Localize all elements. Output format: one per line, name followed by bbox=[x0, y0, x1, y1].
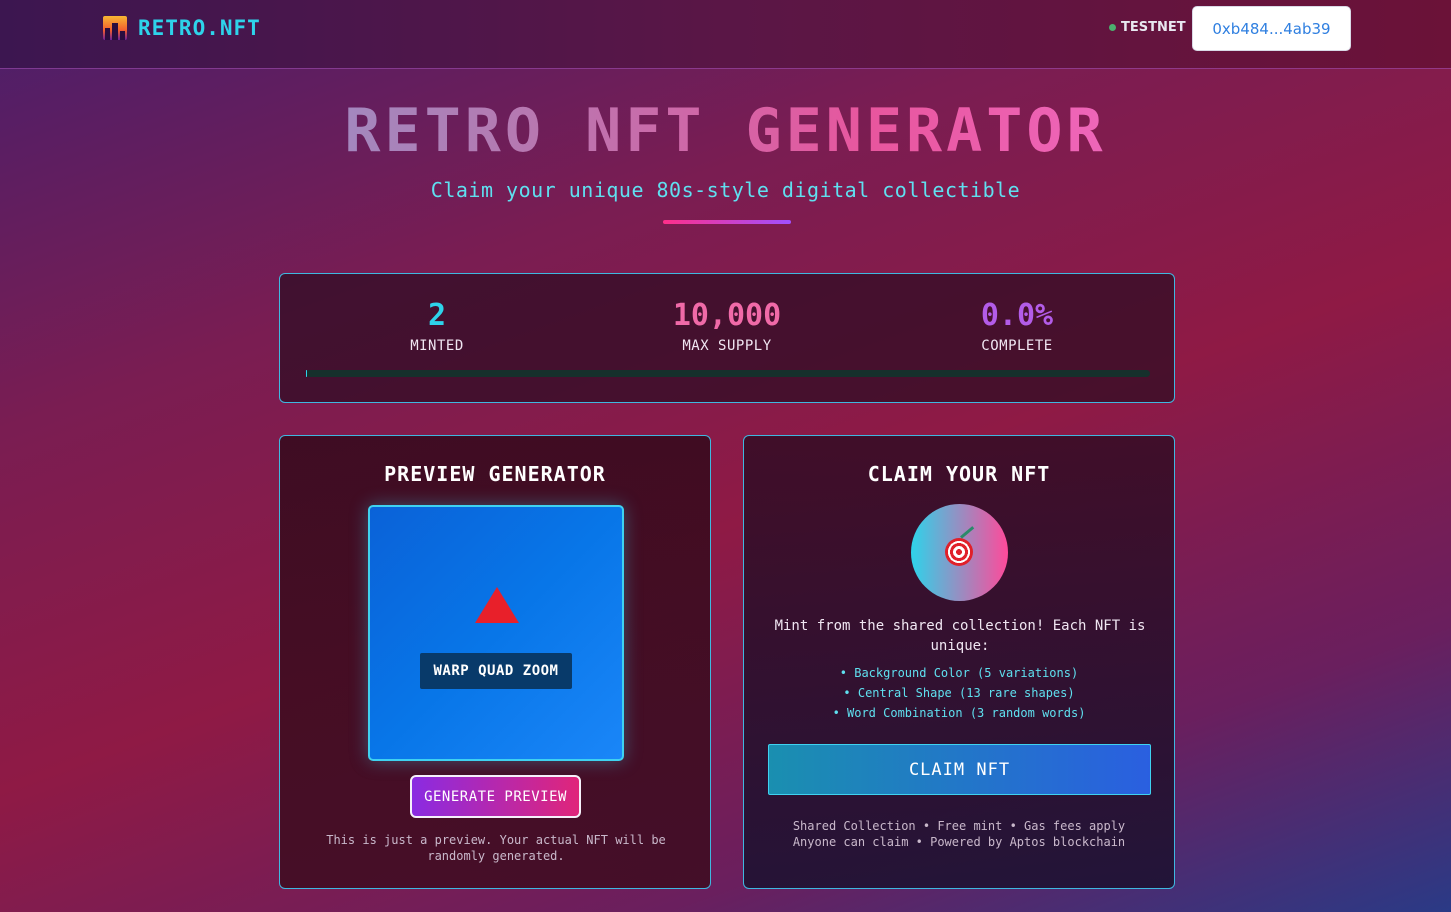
generate-preview-button[interactable]: GENERATE PREVIEW bbox=[410, 775, 581, 818]
claim-footer: Shared Collection • Free mint • Gas fees… bbox=[744, 818, 1174, 850]
page-subtitle: Claim your unique 80s-style digital coll… bbox=[430, 178, 1021, 202]
stat-minted: 2 MINTED bbox=[337, 298, 537, 354]
feature-item: • Word Combination (3 random words) bbox=[832, 706, 1086, 720]
feature-item: • Background Color (5 variations) bbox=[839, 666, 1079, 680]
claim-nft-title: CLAIM YOUR NFT bbox=[867, 462, 1051, 486]
page-title: RETRO NFT GENERATOR bbox=[0, 96, 1451, 166]
claim-nft-button[interactable]: CLAIM NFT bbox=[768, 744, 1151, 795]
cityscape-icon bbox=[103, 16, 127, 40]
stat-max-supply: 10,000 MAX SUPPLY bbox=[627, 298, 827, 354]
logo-text: RETRO.NFT bbox=[138, 16, 261, 40]
complete-value: 0.0% bbox=[980, 298, 1054, 333]
feature-item: • Central Shape (13 rare shapes) bbox=[843, 686, 1075, 700]
claim-description: Mint from the shared collection! Each NF… bbox=[774, 618, 1146, 654]
claim-footer-line-2: Anyone can claim • Powered by Aptos bloc… bbox=[792, 835, 1126, 849]
logo[interactable]: RETRO.NFT bbox=[103, 16, 261, 40]
preview-generator-title: PREVIEW GENERATOR bbox=[384, 462, 606, 486]
preview-generator-card: PREVIEW GENERATOR WARP QUAD ZOOM GENERAT… bbox=[279, 435, 711, 889]
top-navbar: RETRO.NFT TESTNET 0xb484...4ab39 bbox=[0, 0, 1451, 69]
network-label: TESTNET bbox=[1121, 20, 1186, 35]
claim-nft-card: CLAIM YOUR NFT Mint from the shared coll… bbox=[743, 435, 1175, 889]
feature-list: • Background Color (5 variations) • Cent… bbox=[744, 663, 1174, 723]
stat-complete: 0.0% COMPLETE bbox=[917, 298, 1117, 354]
mint-progress-bar bbox=[306, 370, 1150, 377]
max-supply-value: 10,000 bbox=[672, 298, 782, 333]
dart-icon bbox=[960, 526, 975, 539]
claim-icon-circle bbox=[911, 504, 1008, 601]
target-icon bbox=[945, 538, 973, 566]
preview-words-badge: WARP QUAD ZOOM bbox=[420, 653, 572, 689]
preview-note: This is just a preview. Your actual NFT … bbox=[326, 833, 666, 863]
minted-value: 2 bbox=[427, 298, 447, 333]
claim-footer-line-1: Shared Collection • Free mint • Gas fees… bbox=[792, 819, 1126, 833]
mint-stats-panel: 2 MINTED 10,000 MAX SUPPLY 0.0% COMPLETE bbox=[279, 273, 1175, 403]
status-dot-icon bbox=[1109, 24, 1116, 31]
wallet-address-button[interactable]: 0xb484...4ab39 bbox=[1192, 6, 1351, 51]
max-supply-label: MAX SUPPLY bbox=[682, 338, 772, 354]
title-underline-divider bbox=[663, 220, 791, 224]
red-triangle-icon bbox=[475, 587, 519, 623]
nft-preview-image: WARP QUAD ZOOM bbox=[368, 505, 624, 761]
network-indicator: TESTNET bbox=[1109, 20, 1186, 35]
complete-label: COMPLETE bbox=[981, 338, 1053, 354]
minted-label: MINTED bbox=[410, 338, 464, 354]
